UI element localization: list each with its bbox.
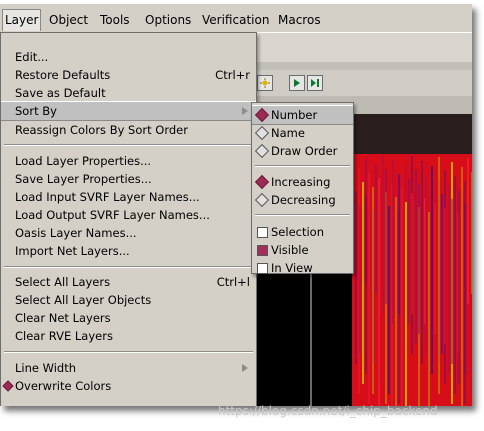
menu-item-load-input-svrf[interactable]: Load Input SVRF Layer Names... <box>1 188 256 206</box>
layout-shape <box>404 202 407 406</box>
menu-item-select-all-layer-objects[interactable]: Select All Layer Objects <box>1 291 256 309</box>
sort-option-name[interactable]: Name <box>252 124 353 142</box>
menu-item-oasis-layer-names[interactable]: Oasis Layer Names... <box>1 224 256 242</box>
radio-unselected-icon <box>254 143 270 159</box>
menu-item-save-as-default[interactable]: Save as Default <box>1 84 256 102</box>
layout-shape <box>421 161 424 364</box>
layout-shape <box>467 158 470 304</box>
layout-shapes <box>352 154 472 406</box>
menu-item-save-layer-properties[interactable]: Save Layer Properties... <box>1 170 256 188</box>
layout-shape <box>371 187 374 394</box>
layout-shape <box>408 179 410 324</box>
layout-shape <box>460 167 463 406</box>
layout-shape <box>411 193 414 314</box>
layout-shape <box>391 160 394 324</box>
skip-forward-icon[interactable] <box>307 75 323 91</box>
menu-item-load-output-svrf[interactable]: Load Output SVRF Layer Names... <box>1 206 256 224</box>
canvas-guide-line <box>310 274 312 406</box>
radio-selected-icon <box>254 107 270 123</box>
layout-shape <box>381 155 384 314</box>
menu-item-line-width[interactable]: Line Width <box>1 359 256 377</box>
layout-shape <box>358 205 361 354</box>
layout-shape <box>355 191 358 364</box>
toolbar-divider <box>255 62 472 70</box>
menu-item-load-layer-properties[interactable]: Load Layer Properties... <box>1 152 256 170</box>
radio-indicator-icon <box>2 380 14 392</box>
menu-item-restore-defaults[interactable]: Restore Defaults Ctrl+r <box>1 66 256 84</box>
layout-shape <box>457 190 460 384</box>
shortcut-label: Ctrl+l <box>216 275 250 289</box>
layout-shape <box>447 185 450 374</box>
radio-selected-icon <box>254 174 270 190</box>
sun-icon[interactable] <box>257 75 273 91</box>
layout-shape <box>444 208 447 344</box>
toolbar-top <box>255 32 472 64</box>
layout-shape <box>437 157 440 394</box>
menu-separator <box>255 165 350 167</box>
sort-direction-decreasing[interactable]: Decreasing <box>252 191 353 209</box>
layout-shape <box>368 173 371 404</box>
layout-shape <box>361 182 364 384</box>
checkbox-checked-icon <box>257 245 268 256</box>
menu-separator <box>4 144 253 146</box>
layout-shape <box>470 172 472 294</box>
checkbox-unchecked-icon <box>257 263 268 274</box>
menu-item-sort-by[interactable]: Sort By <box>1 101 256 121</box>
radio-unselected-icon <box>254 125 270 141</box>
menu-item-import-net-layers[interactable]: Import Net Layers... <box>1 242 256 260</box>
layout-shape <box>385 169 387 304</box>
layout-shape <box>427 212 430 406</box>
layout-shape <box>464 181 467 404</box>
menu-item-select-all-layers[interactable]: Select All Layers Ctrl+l <box>1 273 256 291</box>
menu-item-clear-rve-layers[interactable]: Clear RVE Layers <box>1 327 256 345</box>
radio-unselected-icon <box>254 192 270 208</box>
layout-shape <box>394 197 397 406</box>
layout-shape <box>401 188 404 406</box>
layout-shape <box>378 178 381 406</box>
sort-option-draw-order[interactable]: Draw Order <box>252 142 353 160</box>
menu-item-clear-net-layers[interactable]: Clear Net Layers <box>1 309 256 327</box>
menu-verification[interactable]: Verification <box>200 11 271 29</box>
filter-visible[interactable]: Visible <box>252 241 353 259</box>
sort-by-submenu: Number Name Draw Order Increasing Decrea… <box>251 102 354 277</box>
menu-separator <box>4 351 253 353</box>
layout-shape <box>414 170 417 344</box>
layout-shape <box>441 194 443 354</box>
menu-item-overwrite-colors[interactable]: Overwrite Colors <box>1 377 256 395</box>
layout-canvas-header <box>352 114 472 154</box>
layout-shape <box>418 184 420 334</box>
menu-bar: Layer Object Tools Options Verification … <box>0 4 472 32</box>
menu-separator <box>255 214 350 216</box>
layout-shape <box>451 199 453 364</box>
menu-item-edit[interactable]: Edit... <box>1 48 256 66</box>
submenu-arrow-icon <box>242 364 248 372</box>
layout-shape <box>365 196 368 374</box>
layout-shape <box>375 164 377 294</box>
layer-menu: Edit... Restore Defaults Ctrl+r Save as D… <box>0 32 257 406</box>
application-window: Layer Object Tools Options Verification … <box>0 4 472 406</box>
shortcut-label: Ctrl+r <box>215 68 250 82</box>
filter-selection[interactable]: Selection <box>252 223 353 241</box>
layout-shape <box>431 166 434 374</box>
play-icon[interactable] <box>289 75 305 91</box>
menu-options[interactable]: Options <box>143 11 193 29</box>
menu-macros[interactable]: Macros <box>276 11 323 29</box>
menu-separator <box>4 266 253 268</box>
toolbar-navigation <box>255 70 472 96</box>
checkbox-unchecked-icon <box>257 227 268 238</box>
menu-item-reassign-colors[interactable]: Reassign Colors By Sort Order <box>1 121 256 139</box>
layout-shape <box>424 175 427 354</box>
menu-tools[interactable]: Tools <box>98 11 132 29</box>
layout-shape <box>398 211 401 404</box>
sort-option-number[interactable]: Number <box>252 105 353 125</box>
layout-shape <box>434 203 437 334</box>
watermark-text: https://blog.csdn.net/i_chip_backend <box>218 404 438 418</box>
filter-in-view[interactable]: In View <box>252 259 353 277</box>
menu-object[interactable]: Object <box>47 11 90 29</box>
sort-direction-increasing[interactable]: Increasing <box>252 173 353 191</box>
submenu-arrow-icon <box>242 107 248 115</box>
layout-shape <box>388 206 391 394</box>
layout-shape <box>454 176 457 394</box>
menu-layer[interactable]: Layer <box>2 9 42 31</box>
